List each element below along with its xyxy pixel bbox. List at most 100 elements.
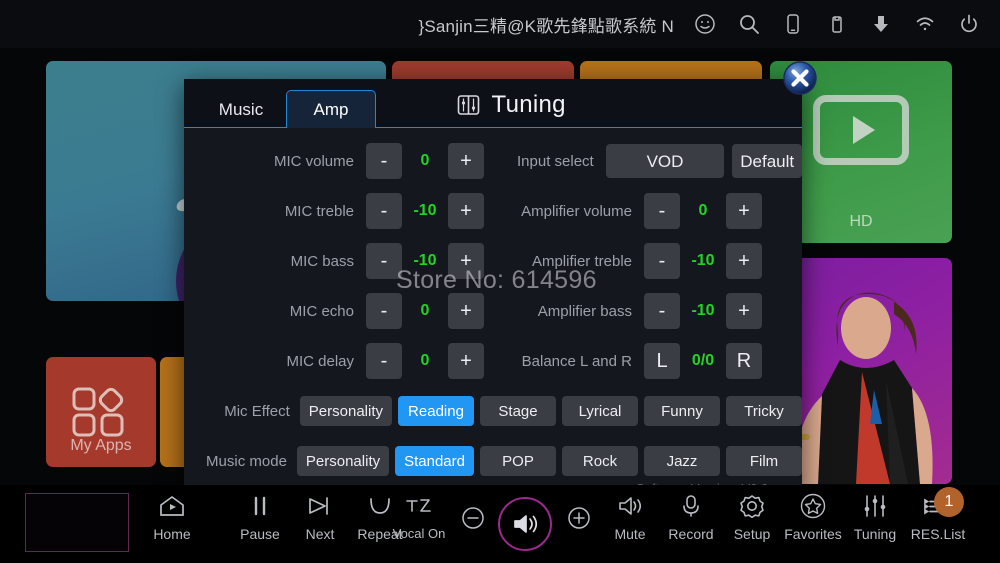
control-row: MIC treble - -10 + Amplifier volume - 0 …: [184, 186, 802, 236]
amplifier-volume-plus-button[interactable]: +: [726, 193, 762, 229]
mic-effect-label: Mic Effect: [224, 402, 290, 420]
mic-treble-minus-button[interactable]: -: [366, 193, 402, 229]
record-button[interactable]: Record: [656, 489, 726, 542]
status-bar: }Sanjin三精@K歌先鋒點歌系統 N: [0, 0, 1000, 48]
control-row: MIC bass - -10 + Amplifier treble - -10 …: [184, 236, 802, 286]
music-mode-jazz[interactable]: Jazz: [644, 446, 720, 476]
smiley-icon[interactable]: [692, 11, 718, 37]
mic-effect-tricky[interactable]: Tricky: [726, 396, 802, 426]
mic-treble-plus-button[interactable]: +: [448, 193, 484, 229]
tab-amp[interactable]: Amp: [286, 90, 376, 128]
music-mode-row: Music mode Personality Standard POP Rock…: [184, 436, 802, 486]
my-apps-label: My Apps: [70, 437, 132, 454]
mic-effect-lyrical[interactable]: Lyrical: [562, 396, 638, 426]
mic-volume-plus-button[interactable]: +: [448, 143, 484, 179]
amplifier-volume-minus-button[interactable]: -: [644, 193, 680, 229]
next-label: Next: [305, 526, 335, 542]
video-preview-box[interactable]: [25, 493, 129, 552]
mic-delay-plus-button[interactable]: +: [448, 343, 484, 379]
mic-echo-value: 0: [420, 302, 430, 319]
tab-music[interactable]: Music: [196, 90, 286, 128]
star-icon: [799, 489, 827, 523]
mic-effect-reading[interactable]: Reading: [398, 396, 474, 426]
record-label: Record: [668, 526, 714, 542]
amplifier-volume-value: 0: [698, 202, 708, 219]
sliders-icon: [861, 489, 889, 523]
home-icon: [157, 489, 187, 523]
music-mode-label: Music mode: [206, 452, 287, 470]
balance-label: Balance L and R: [521, 352, 632, 370]
input-select-value-button[interactable]: VOD: [605, 144, 725, 178]
balance-value: 0/0: [691, 352, 715, 369]
music-mode-film[interactable]: Film: [726, 446, 802, 476]
mic-effect-funny[interactable]: Funny: [644, 396, 720, 426]
mic-delay-minus-button[interactable]: -: [366, 343, 402, 379]
setup-label: Setup: [733, 526, 771, 542]
vocal-label: Vocal On: [392, 526, 446, 541]
volume-down-button[interactable]: [460, 505, 486, 536]
download-icon[interactable]: [868, 11, 894, 37]
favorites-button[interactable]: Favorites: [778, 489, 848, 542]
mic-bass-value: -10: [413, 252, 437, 269]
wifi-icon[interactable]: [912, 11, 938, 37]
favorites-label: Favorites: [784, 526, 842, 542]
power-icon[interactable]: [956, 11, 982, 37]
play-icon: [813, 95, 909, 165]
amplifier-bass-plus-button[interactable]: +: [726, 293, 762, 329]
amplifier-treble-plus-button[interactable]: +: [726, 243, 762, 279]
tuning-label: Tuning: [853, 526, 897, 542]
mic-treble-label: MIC treble: [284, 202, 354, 220]
mic-bass-label: MIC bass: [290, 252, 354, 270]
search-icon[interactable]: [736, 11, 762, 37]
mic-effect-options: Personality Reading Stage Lyrical Funny …: [299, 396, 802, 426]
mic-bass-plus-button[interactable]: +: [448, 243, 484, 279]
mic-treble-value: -10: [413, 202, 437, 219]
dialog-body: MIC volume - 0 + Input select VOD Defaul…: [184, 128, 803, 498]
mute-button[interactable]: Mute: [595, 489, 665, 542]
mic-volume-value: 0: [420, 152, 430, 169]
volume-up-button[interactable]: [566, 505, 592, 536]
amplifier-volume-label: Amplifier volume: [521, 202, 632, 220]
pause-icon: [247, 489, 273, 523]
home-label: Home: [153, 526, 191, 542]
setup-button[interactable]: Setup: [717, 489, 787, 542]
mic-delay-label: MIC delay: [286, 352, 354, 370]
input-select-label: Input select: [517, 152, 594, 170]
mic-bass-minus-button[interactable]: -: [366, 243, 402, 279]
mic-echo-plus-button[interactable]: +: [448, 293, 484, 329]
equalizer-icon: [455, 92, 481, 118]
default-button[interactable]: Default: [732, 144, 803, 178]
mic-echo-minus-button[interactable]: -: [366, 293, 402, 329]
amplifier-bass-label: Amplifier bass: [537, 302, 632, 320]
bottom-toolbar: Home Pause Next Repeat Vocal On Mute Rec…: [0, 485, 1000, 563]
amplifier-treble-minus-button[interactable]: -: [644, 243, 680, 279]
dialog-title: Tuning: [455, 91, 565, 119]
dialog-title-text: Tuning: [491, 91, 566, 118]
volume-knob[interactable]: [498, 497, 552, 551]
mic-effect-stage[interactable]: Stage: [480, 396, 556, 426]
my-apps-tile[interactable]: My Apps: [46, 357, 156, 467]
tuning-button[interactable]: Tuning: [840, 489, 910, 542]
music-mode-personality[interactable]: Personality: [296, 446, 390, 476]
mic-delay-value: 0: [420, 352, 430, 369]
music-mode-standard[interactable]: Standard: [395, 446, 474, 476]
gear-icon: [738, 489, 766, 523]
balance-right-button[interactable]: R: [726, 343, 762, 379]
mic-volume-label: MIC volume: [273, 152, 354, 170]
usb-drive-icon[interactable]: [824, 11, 850, 37]
control-row: MIC volume - 0 + Input select VOD Defaul…: [184, 136, 803, 186]
home-button[interactable]: Home: [137, 489, 207, 542]
next-icon: [305, 489, 335, 523]
music-mode-rock[interactable]: Rock: [562, 446, 638, 476]
phone-icon[interactable]: [780, 11, 806, 37]
mic-effect-personality[interactable]: Personality: [299, 396, 392, 426]
dialog-tabs: Music Amp: [196, 79, 376, 128]
mic-volume-minus-button[interactable]: -: [366, 143, 402, 179]
music-mode-pop[interactable]: POP: [480, 446, 556, 476]
vocal-icon: [403, 489, 435, 523]
amplifier-bass-minus-button[interactable]: -: [644, 293, 680, 329]
balance-left-button[interactable]: L: [644, 343, 680, 379]
mute-icon: [615, 489, 645, 523]
close-button[interactable]: [782, 60, 818, 96]
vocal-button[interactable]: Vocal On: [384, 489, 454, 541]
